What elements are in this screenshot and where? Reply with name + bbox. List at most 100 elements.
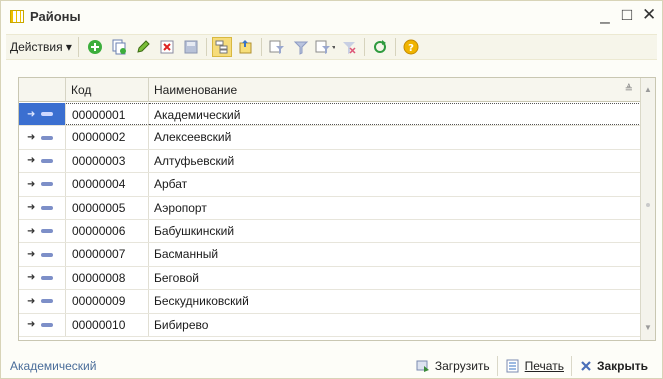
cell-name: Бабушкинский	[154, 223, 235, 238]
scroll-down-icon[interactable]: ▼	[641, 320, 655, 336]
cell-name: Бибирево	[154, 317, 209, 332]
table-row[interactable]: ➜ 00000006 Бабушкинский	[19, 219, 641, 244]
row-icon-cell: ➜	[19, 313, 66, 336]
minimize-icon[interactable]: _	[598, 6, 612, 24]
row-marker-icon: ➜	[27, 178, 36, 190]
cell-code: 00000007	[66, 243, 149, 266]
scroll-up-icon[interactable]: ▲	[641, 82, 655, 98]
row-marker-icon: ➜	[27, 295, 36, 307]
row-marker-icon: ➜	[27, 272, 36, 284]
row-icon-cell: ➜	[19, 219, 66, 243]
edit-icon[interactable]	[133, 37, 153, 57]
cell-code: 00000003	[66, 149, 149, 173]
cell-name: Басманный	[154, 247, 219, 262]
element-icon	[41, 252, 53, 257]
filter-icon[interactable]	[267, 37, 287, 57]
table-row[interactable]: ➜ 00000009 Бескудниковский	[19, 290, 641, 314]
table-row[interactable]: ➜ 00000005 Аэропорт	[19, 196, 641, 220]
catalog-window: Районы _ □ ✕ Действия ▾ ? Код Наименован…	[0, 0, 663, 379]
element-icon	[41, 135, 53, 140]
toolbar: Действия ▾ ?	[6, 34, 657, 60]
current-item-label: Академический	[10, 359, 97, 373]
save-icon[interactable]	[181, 37, 201, 57]
table-row[interactable]: ➜ 00000010 Бибирево	[19, 313, 641, 337]
table-row[interactable]: ➜ 00000008 Беговой	[19, 266, 641, 291]
sort-icon[interactable]: ≜	[625, 78, 633, 102]
print-button-label: Печать	[524, 359, 564, 373]
row-marker-icon: ➜	[27, 319, 36, 331]
cell-name: Бескудниковский	[154, 294, 249, 309]
table-row[interactable]: ➜ 00000001 Академический	[19, 103, 641, 127]
row-marker-icon: ➜	[27, 155, 36, 167]
bottom-buttons: Загрузить Печать Закрыть	[408, 356, 655, 376]
element-icon	[41, 299, 53, 304]
cell-name: Беговой	[154, 270, 199, 285]
cell-code: 00000001	[66, 103, 149, 126]
column-header-name-label: Наименование	[154, 83, 238, 97]
scroll-thumb[interactable]	[646, 203, 650, 207]
move-icon[interactable]	[236, 37, 256, 57]
toolbar-separator	[363, 38, 365, 56]
cell-name: Арбат	[154, 177, 188, 192]
print-icon	[506, 359, 519, 373]
toolbar-separator	[205, 38, 207, 56]
print-button[interactable]: Печать	[496, 356, 571, 376]
row-marker-icon: ➜	[27, 249, 36, 261]
row-marker-icon: ➜	[27, 108, 36, 120]
cell-code: 00000009	[66, 290, 149, 313]
hierarchy-icon[interactable]	[211, 37, 232, 57]
row-icon-cell: ➜	[19, 149, 66, 173]
close-button-label: Закрыть	[596, 359, 648, 373]
table-row[interactable]: ➜ 00000003 Алтуфьевский	[19, 149, 641, 174]
column-header-name[interactable]: Наименование ≜	[149, 78, 641, 102]
row-icon-cell: ➜	[19, 173, 66, 196]
title-bar: Районы _ □ ✕	[1, 1, 662, 31]
cell-code: 00000006	[66, 219, 149, 243]
load-button[interactable]: Загрузить	[408, 356, 497, 376]
filter-off-icon[interactable]	[291, 37, 311, 57]
load-button-label: Загрузить	[434, 359, 490, 373]
row-marker-icon: ➜	[27, 202, 36, 214]
filter-list-icon[interactable]	[315, 37, 335, 57]
cell-name: Алексеевский	[154, 130, 232, 145]
clear-filter-icon[interactable]	[339, 37, 359, 57]
element-icon	[41, 158, 53, 163]
close-x-icon	[581, 361, 591, 371]
add-icon[interactable]	[85, 37, 105, 57]
cell-code: 00000005	[66, 196, 149, 219]
table-icon	[10, 9, 24, 23]
svg-text:?: ?	[408, 43, 414, 54]
cell-code: 00000008	[66, 266, 149, 290]
close-icon[interactable]: ✕	[642, 6, 656, 24]
table-row[interactable]: ➜ 00000004 Арбат	[19, 173, 641, 197]
element-icon	[41, 205, 53, 210]
list-table[interactable]: Код Наименование ≜ ➜ 00000001 Академически…	[18, 77, 656, 341]
status-bar: Академический Загрузить Печать Закрыть	[1, 353, 662, 379]
vertical-scrollbar[interactable]: ▲ ▼	[640, 78, 655, 340]
row-icon-cell: ➜	[19, 103, 66, 126]
element-icon	[41, 322, 53, 327]
close-button[interactable]: Закрыть	[570, 356, 655, 376]
cell-code: 00000010	[66, 313, 149, 336]
row-marker-icon: ➜	[27, 132, 36, 144]
cell-name: Аэропорт	[154, 200, 207, 215]
table-body: ➜ 00000001 Академический ➜ 00000002 Алексеевс…	[19, 103, 641, 337]
column-header-icon[interactable]	[19, 78, 66, 102]
table-header: Код Наименование ≜	[19, 78, 641, 102]
refresh-icon[interactable]	[370, 37, 390, 57]
element-icon	[41, 275, 53, 280]
actions-menu[interactable]: Действия ▾	[10, 37, 79, 57]
delete-icon[interactable]	[157, 37, 177, 57]
copy-icon[interactable]	[109, 37, 129, 57]
help-icon[interactable]: ?	[401, 37, 421, 57]
cell-name: Академический	[149, 103, 641, 126]
column-header-code[interactable]: Код	[66, 78, 149, 102]
cell-name: Алтуфьевский	[154, 153, 235, 168]
maximize-icon[interactable]: □	[620, 6, 634, 24]
row-icon-cell: ➜	[19, 243, 66, 266]
toolbar-separator	[260, 38, 262, 56]
table-row[interactable]: ➜ 00000002 Алексеевский	[19, 126, 641, 150]
element-icon	[41, 112, 53, 117]
cell-code: 00000002	[66, 126, 149, 149]
table-row[interactable]: ➜ 00000007 Басманный	[19, 243, 641, 267]
